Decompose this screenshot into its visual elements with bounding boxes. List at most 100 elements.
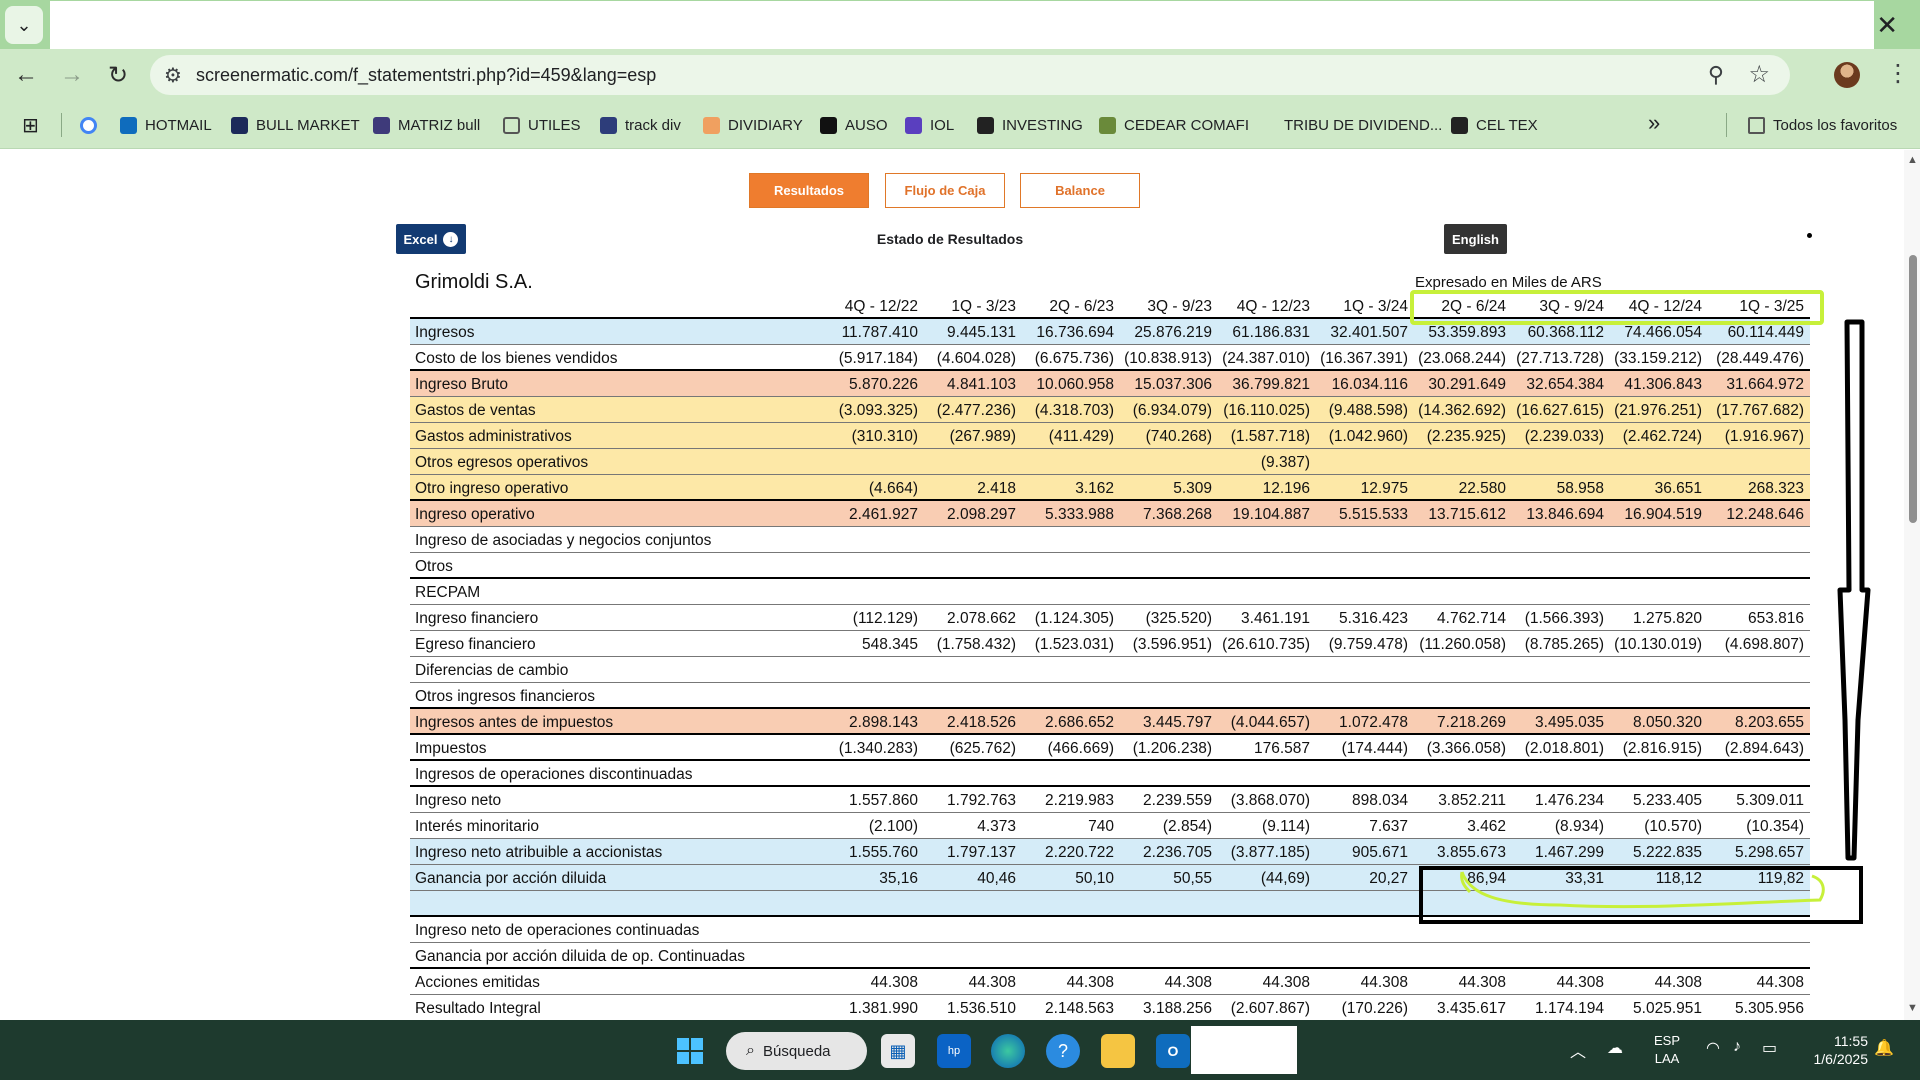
bookmark-item[interactable]: HOTMAIL (120, 114, 212, 136)
table-cell: (2.235.925) (1426, 428, 1506, 445)
scrollbar-thumb[interactable] (1909, 255, 1917, 523)
period-header: 1Q - 3/24 (1343, 298, 1408, 315)
table-cell: 74.466.054 (1624, 324, 1702, 341)
tab-search-button[interactable]: ⌄ (5, 6, 43, 44)
myhp-icon[interactable]: hp (937, 1034, 971, 1068)
bookmark-item[interactable] (80, 114, 105, 136)
bookmark-item[interactable]: TRIBU DE DIVIDEND... (1259, 114, 1442, 136)
input-language[interactable]: ESP LAA (1654, 1032, 1680, 1068)
site-settings-icon[interactable]: ⚙ (164, 63, 182, 88)
bookmark-item[interactable]: UTILES (503, 114, 581, 136)
table-cell: 86,94 (1467, 870, 1506, 887)
tab-resultados[interactable]: Resultados (749, 173, 869, 208)
table-cell: (112.129) (852, 610, 918, 627)
back-icon[interactable]: ← (10, 59, 42, 91)
file-explorer-icon[interactable] (1101, 1034, 1135, 1068)
tab-flujo-de-caja[interactable]: Flujo de Caja (885, 173, 1005, 208)
table-cell: 44.308 (1066, 974, 1114, 991)
table-cell: 44.308 (1360, 974, 1408, 991)
bookmark-item[interactable]: BULL MARKET (231, 114, 360, 136)
reload-icon[interactable]: ↻ (102, 59, 134, 91)
table-row: Resultado Integral 1.381.990 1.536.510 2.14… (410, 995, 1810, 1021)
table-cell: (4.318.703) (1034, 402, 1114, 419)
table-cell: (28.449.476) (1716, 350, 1804, 367)
table-cell: 36.799.821 (1232, 376, 1310, 393)
bookmark-item[interactable]: CEDEAR COMAFI (1099, 114, 1249, 136)
bookmark-item[interactable]: DIVIDIARY (703, 114, 803, 136)
tab-balance[interactable]: Balance (1020, 173, 1140, 208)
table-cell: (740.268) (1145, 428, 1212, 445)
table-cell: (2.018.801) (1524, 740, 1604, 757)
bookmark-label: AUSO (845, 116, 888, 134)
close-window-icon[interactable]: ✕ (1876, 10, 1898, 41)
windows-start-icon[interactable] (673, 1034, 707, 1068)
search-label: Búsqueda (762, 1042, 831, 1060)
google-icon (80, 116, 97, 134)
help-icon[interactable]: ? (1046, 1034, 1080, 1068)
url-text[interactable]: screenermatic.com/f_statementstri.php?id… (196, 65, 656, 86)
bookmark-item[interactable]: INVESTING (977, 114, 1083, 136)
iol-icon (905, 116, 922, 134)
volume-icon[interactable]: ♪ (1733, 1038, 1741, 1056)
menu-kebab-icon[interactable]: ⋮ (1886, 59, 1910, 88)
table-cell: 2.078.662 (947, 610, 1016, 627)
english-button[interactable]: English (1444, 224, 1507, 254)
scroll-down-arrow-icon[interactable]: ▼ (1907, 1002, 1918, 1014)
dividiary-icon (703, 116, 720, 134)
table-cell: 2.148.563 (1045, 1000, 1114, 1017)
table-cell: (9.114) (1262, 818, 1310, 835)
outlook-icon[interactable]: O (1156, 1034, 1190, 1068)
edge-icon[interactable] (991, 1034, 1025, 1068)
taskbar-search[interactable]: ⌕ Búsqueda (726, 1032, 867, 1070)
table-cell: 10.060.958 (1036, 376, 1114, 393)
table-cell: 32.401.507 (1330, 324, 1408, 341)
more-bookmarks-button[interactable]: » (1648, 110, 1660, 135)
track-div-icon (600, 116, 617, 134)
page-scrollbar[interactable]: ▲ ▼ (1904, 150, 1920, 1020)
address-bar[interactable]: ⚙ screenermatic.com/f_statementstri.php?… (150, 55, 1790, 95)
table-cell: (26.610.735) (1222, 636, 1310, 653)
apps-grid-icon[interactable]: ⊞ (22, 114, 39, 137)
table-cell: 31.664.972 (1726, 376, 1804, 393)
excel-download-button[interactable]: Excel ↓ (396, 224, 466, 254)
bookmark-item[interactable]: MATRIZ bull (373, 114, 480, 136)
table-cell: 32.654.384 (1526, 376, 1604, 393)
lang-top: ESP (1654, 1033, 1681, 1048)
onedrive-cloud-icon[interactable]: ☁ (1607, 1038, 1623, 1058)
forward-icon[interactable]: → (56, 59, 88, 91)
store-icon[interactable]: ▦ (881, 1034, 915, 1068)
table-cell: (1.566.393) (1524, 610, 1604, 627)
bookmark-item[interactable]: CEL TEX (1451, 114, 1538, 136)
table-cell: (2.607.867) (1230, 1000, 1310, 1017)
battery-icon[interactable]: ▭ (1762, 1038, 1777, 1058)
tray-chevron-up-icon[interactable]: ︿ (1570, 1038, 1586, 1062)
table-cell: (16.110.025) (1223, 402, 1310, 419)
active-tab[interactable] (50, 1, 1874, 49)
table-cell: 15.037.306 (1134, 376, 1212, 393)
all-favorites-folder[interactable]: Todos los favoritos (1748, 114, 1897, 136)
profile-avatar[interactable] (1834, 62, 1860, 88)
table-cell: (44,69) (1260, 870, 1310, 887)
bookmark-item[interactable]: IOL (905, 114, 954, 136)
bookmark-label: INVESTING (1002, 116, 1083, 134)
system-clock[interactable]: 11:55 1/6/2025 (1800, 1032, 1869, 1068)
bookmark-item[interactable]: AUSO (820, 114, 888, 136)
table-row: Impuestos (1.340.283) (625.762) (466.669) (1… (410, 735, 1810, 761)
taskbar-blank-window[interactable] (1191, 1026, 1297, 1074)
row-label: Ganancia por acción diluida (415, 870, 607, 887)
notification-bell-icon[interactable]: 🔔 (1874, 1038, 1894, 1058)
zoom-icon[interactable]: ⚲ (1708, 62, 1724, 88)
table-cell: (1.758.432) (936, 636, 1016, 653)
table-cell: 13.846.694 (1526, 506, 1604, 523)
scroll-up-arrow-icon[interactable]: ▲ (1907, 154, 1918, 166)
table-cell: 44.308 (968, 974, 1016, 991)
table-cell: (411.429) (1048, 428, 1114, 445)
bookmark-star-icon[interactable]: ☆ (1748, 60, 1770, 89)
row-label: Acciones emitidas (415, 974, 540, 991)
row-label: Costo de los bienes vendidos (415, 350, 618, 367)
wifi-icon[interactable]: ◠ (1706, 1038, 1720, 1058)
table-row: Ingreso financiero (112.129) 2.078.662 (1.1… (410, 605, 1810, 631)
table-cell: (1.206.238) (1132, 740, 1212, 757)
bookmark-item[interactable]: track div (600, 114, 681, 136)
company-name: Grimoldi S.A. (415, 271, 533, 293)
